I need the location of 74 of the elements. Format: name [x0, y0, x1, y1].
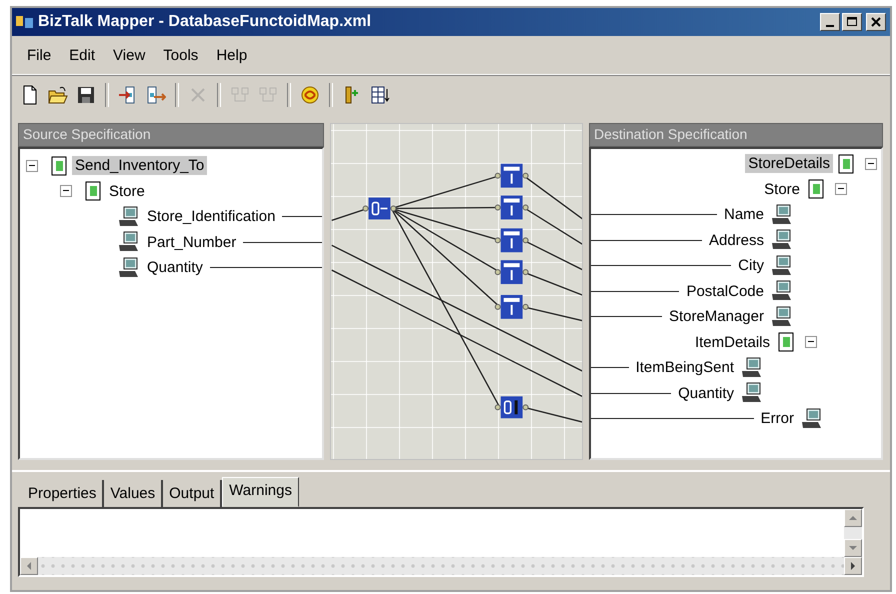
functoid-icon[interactable]	[494, 164, 529, 188]
tree-node[interactable]: ItemBeingSent	[632, 358, 737, 378]
computer-icon	[771, 204, 793, 226]
scroll-left-button[interactable]	[20, 557, 38, 575]
horizontal-scrollbar[interactable]	[20, 557, 862, 575]
tree-node[interactable]: StoreDetails	[745, 154, 833, 174]
tree-node[interactable]: ItemDetails	[692, 332, 773, 352]
menu-item[interactable]: Edit	[62, 44, 102, 66]
minimize-icon	[826, 24, 834, 26]
tree-node[interactable]: PostalCode	[683, 282, 767, 301]
functoid-icon[interactable]	[494, 196, 529, 220]
document-icon	[84, 181, 102, 202]
computer-icon	[118, 231, 140, 254]
tree-node[interactable]: Error	[758, 409, 797, 428]
document-icon	[807, 179, 825, 200]
computer-icon	[741, 382, 763, 404]
left-arrow-icon	[26, 562, 32, 570]
pane-header: Source Specification	[18, 123, 324, 147]
close-button[interactable]	[866, 13, 886, 31]
computer-icon	[771, 280, 793, 302]
menu-item[interactable]: File	[20, 44, 58, 66]
down-arrow-icon	[849, 545, 857, 551]
computer-icon	[771, 229, 793, 252]
collapse-icon[interactable]	[835, 183, 847, 196]
collapse-icon[interactable]	[60, 185, 72, 198]
functoid-icon[interactable]	[494, 396, 529, 418]
functoid-icon[interactable]	[362, 198, 396, 220]
tree-node[interactable]: Quantity	[144, 258, 206, 278]
minimize-button[interactable]	[820, 13, 840, 31]
tree-node[interactable]: Address	[706, 230, 767, 250]
tree-node[interactable]: StoreManager	[666, 307, 767, 326]
up-arrow-icon	[849, 515, 857, 521]
document-icon	[777, 332, 795, 352]
maximize-button[interactable]	[842, 13, 862, 31]
coin-icon	[300, 85, 320, 105]
computer-icon	[801, 408, 823, 430]
tab[interactable]: Warnings	[222, 477, 299, 507]
tree-node[interactable]: City	[735, 256, 767, 276]
vertical-scrollbar[interactable]	[844, 509, 862, 557]
functoid-icon[interactable]	[494, 260, 529, 284]
collapse-icon[interactable]	[805, 336, 817, 348]
computer-icon	[771, 306, 793, 328]
computer-icon	[771, 254, 793, 277]
computer-icon	[118, 256, 140, 279]
table-icon	[370, 85, 390, 105]
tree-node[interactable]: Send_Inventory_To	[72, 156, 208, 176]
tree-node[interactable]: Part_Number	[144, 232, 240, 252]
document-icon	[837, 154, 855, 174]
close-icon	[871, 17, 881, 27]
tree-node[interactable]: Name	[720, 205, 767, 224]
maximize-icon	[847, 17, 857, 27]
computer-icon	[118, 206, 140, 228]
collapse-icon[interactable]	[26, 160, 38, 172]
tree-node[interactable]: Quantity	[675, 384, 737, 403]
pane-header: Destination Specification	[589, 123, 883, 147]
functoid-icon[interactable]	[494, 228, 529, 252]
computer-icon	[741, 356, 763, 379]
tree-node[interactable]: Store	[761, 180, 803, 199]
scroll-down-button[interactable]	[844, 539, 862, 557]
collapse-icon[interactable]	[865, 158, 877, 170]
app-icon	[16, 14, 34, 30]
page-arrow-out-icon	[146, 85, 166, 105]
right-arrow-icon	[850, 562, 856, 570]
tree-node[interactable]: Store_Identification	[144, 207, 278, 226]
functoid-icon[interactable]	[494, 294, 529, 319]
document-icon	[50, 156, 68, 176]
menu-item[interactable]: Tools	[156, 44, 206, 66]
tree-node[interactable]: Store	[106, 182, 148, 201]
scroll-up-button[interactable]	[844, 509, 862, 527]
menu-item[interactable]: View	[106, 44, 152, 66]
menu-item[interactable]: Help	[209, 44, 254, 66]
scroll-right-button[interactable]	[844, 557, 862, 575]
window-title: BizTalk Mapper - DatabaseFunctoidMap.xml	[38, 13, 372, 31]
folder-icon	[48, 85, 68, 105]
